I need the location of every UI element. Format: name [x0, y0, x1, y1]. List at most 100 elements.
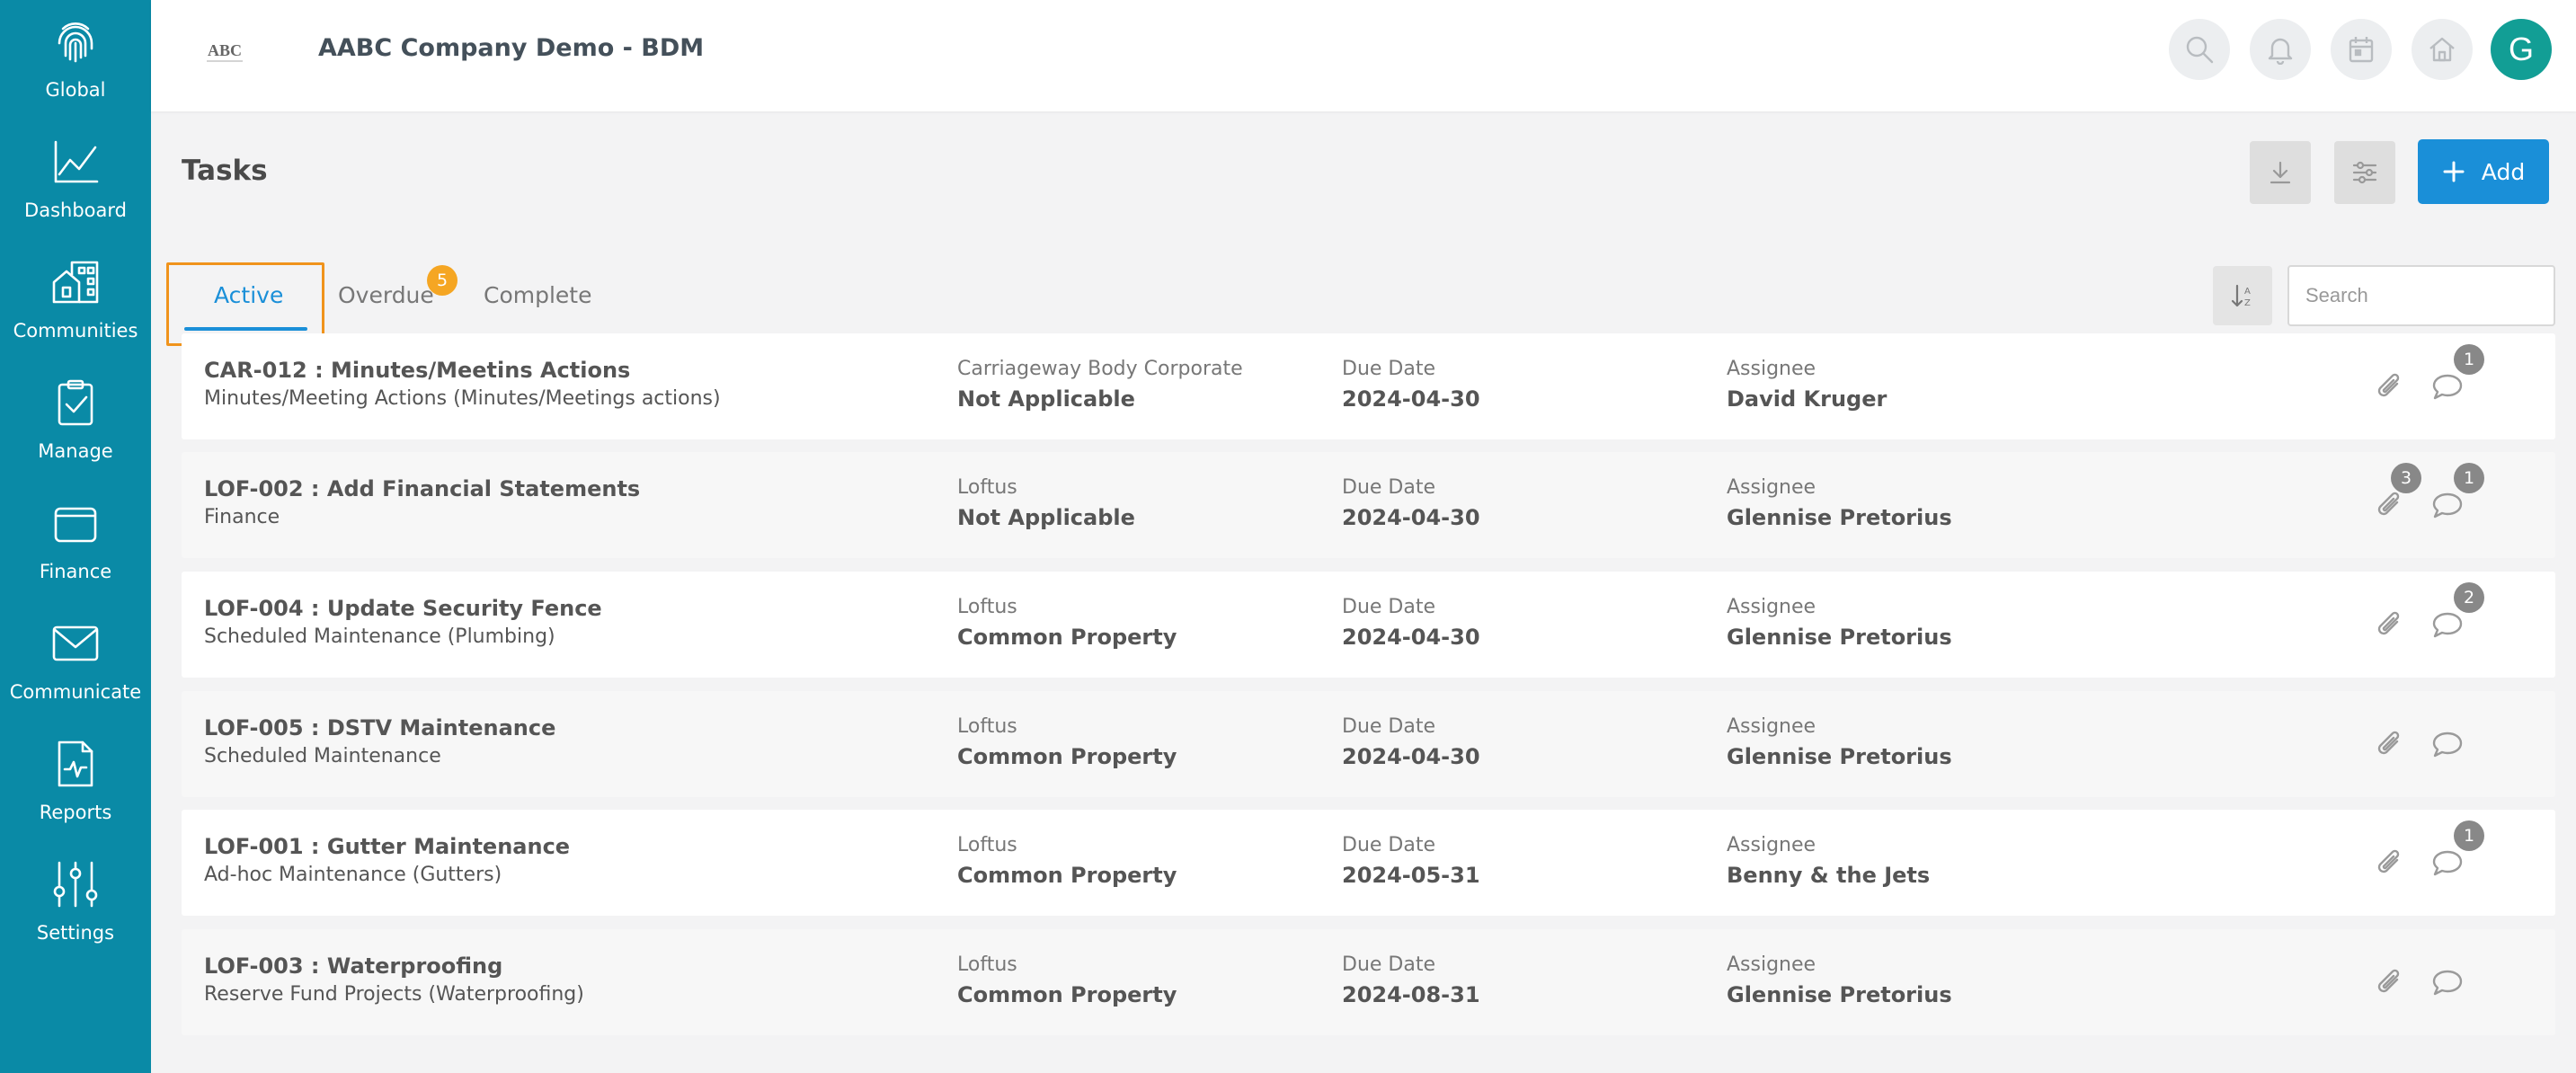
task-community: Loftus	[957, 715, 1017, 738]
comment-count-badge: 1	[2454, 463, 2484, 493]
fingerprint-icon	[58, 22, 93, 63]
task-code-title[interactable]: LOF-005 : DSTV Maintenance	[204, 715, 555, 740]
sidebar-item-settings[interactable]: Settings	[0, 843, 151, 958]
task-area: Common Property	[957, 982, 1177, 1007]
sidebar-item-label: Finance	[39, 561, 112, 582]
download-icon	[2270, 161, 2291, 184]
search-button[interactable]	[2169, 19, 2230, 80]
comment-icon[interactable]	[2430, 369, 2465, 403]
assignee-name: David Kruger	[1727, 386, 1888, 412]
comment-icon[interactable]	[2430, 727, 2465, 761]
comment-icon[interactable]	[2430, 488, 2465, 522]
search-input[interactable]	[2287, 265, 2555, 326]
sidebar-item-dashboard[interactable]: Dashboard	[0, 120, 151, 235]
company-logo: ABC	[200, 36, 250, 67]
comment-icon[interactable]	[2430, 965, 2465, 999]
calendar-button[interactable]	[2331, 19, 2392, 80]
report-icon	[58, 740, 93, 787]
sliders-icon	[53, 861, 98, 908]
sidebar: Global Dashboard Communities Manage Fina…	[0, 0, 151, 1073]
sidebar-item-label: Manage	[38, 440, 113, 462]
add-label: Add	[2481, 158, 2526, 185]
task-row[interactable]: LOF-002 : Add Financial Statements Financ…	[182, 452, 2555, 558]
page-title: Tasks	[182, 155, 268, 187]
task-category: Finance	[204, 506, 280, 528]
comment-count-badge: 2	[2454, 582, 2484, 613]
task-code-title[interactable]: LOF-004 : Update Security Fence	[204, 596, 602, 621]
svg-text:ABC: ABC	[208, 41, 242, 59]
home-icon	[2429, 37, 2455, 62]
svg-text:Z: Z	[2244, 298, 2251, 308]
sidebar-item-label: Communicate	[9, 681, 142, 703]
comment-icon[interactable]	[2430, 607, 2465, 642]
wallet-icon	[54, 507, 97, 543]
comment-count-badge: 1	[2454, 344, 2484, 375]
due-date-label: Due Date	[1342, 358, 1435, 380]
filter-button[interactable]	[2334, 141, 2395, 204]
task-category: Scheduled Maintenance	[204, 745, 441, 767]
assignee-name: Glennise Pretorius	[1727, 744, 1952, 769]
assignee-label: Assignee	[1727, 476, 1817, 499]
sidebar-item-global[interactable]: Global	[0, 0, 151, 115]
sort-icon: A Z	[2231, 284, 2251, 308]
task-community: Loftus	[957, 834, 1017, 856]
task-code-title[interactable]: LOF-002 : Add Financial Statements	[204, 476, 640, 501]
attachment-icon[interactable]	[2373, 369, 2407, 403]
assignee-label: Assignee	[1727, 596, 1817, 618]
overdue-count-badge: 5	[427, 265, 457, 296]
attachment-icon[interactable]	[2373, 846, 2407, 880]
task-row[interactable]: LOF-004 : Update Security Fence Scheduled…	[182, 572, 2555, 678]
attachment-icon[interactable]	[2373, 488, 2407, 522]
home-button[interactable]	[2412, 19, 2473, 80]
download-button[interactable]	[2250, 141, 2311, 204]
task-row[interactable]: LOF-003 : Waterproofing Reserve Fund Proj…	[182, 929, 2555, 1035]
task-area: Common Property	[957, 744, 1177, 769]
assignee-label: Assignee	[1727, 834, 1817, 856]
sidebar-item-reports[interactable]: Reports	[0, 723, 151, 838]
task-code-title[interactable]: CAR-012 : Minutes/Meetins Actions	[204, 358, 630, 383]
assignee-name: Benny & the Jets	[1727, 863, 1931, 888]
task-code-title[interactable]: LOF-003 : Waterproofing	[204, 953, 502, 979]
envelope-icon	[52, 625, 99, 661]
comment-icon[interactable]	[2430, 846, 2465, 880]
user-avatar[interactable]: G	[2491, 19, 2552, 80]
tab-active[interactable]: Active	[214, 282, 283, 308]
sidebar-item-finance[interactable]: Finance	[0, 482, 151, 597]
attachment-icon[interactable]	[2373, 965, 2407, 999]
task-category: Minutes/Meeting Actions (Minutes/Meeting…	[204, 387, 721, 410]
task-row[interactable]: LOF-005 : DSTV Maintenance Scheduled Main…	[182, 691, 2555, 797]
tab-overdue[interactable]: Overdue	[338, 282, 434, 308]
task-category: Scheduled Maintenance (Plumbing)	[204, 625, 555, 648]
task-community: Carriageway Body Corporate	[957, 358, 1243, 380]
svg-text:A: A	[2244, 287, 2251, 297]
sidebar-item-label: Settings	[36, 922, 115, 944]
task-community: Loftus	[957, 953, 1017, 976]
search-icon	[2186, 36, 2214, 64]
sidebar-item-communicate[interactable]: Communicate	[0, 602, 151, 717]
due-date-value: 2024-04-30	[1342, 505, 1480, 530]
due-date-label: Due Date	[1342, 476, 1435, 499]
task-code-title[interactable]: LOF-001 : Gutter Maintenance	[204, 834, 570, 859]
assignee-name: Glennise Pretorius	[1727, 982, 1952, 1007]
due-date-label: Due Date	[1342, 834, 1435, 856]
notifications-button[interactable]	[2250, 19, 2311, 80]
task-category: Reserve Fund Projects (Waterproofing)	[204, 983, 584, 1006]
sidebar-item-communities[interactable]: Communities	[0, 241, 151, 356]
due-date-label: Due Date	[1342, 715, 1435, 738]
sidebar-item-label: Communities	[13, 320, 138, 341]
attachment-icon[interactable]	[2373, 607, 2407, 642]
task-community: Loftus	[957, 476, 1017, 499]
sort-button[interactable]: A Z	[2213, 266, 2272, 325]
task-row[interactable]: LOF-001 : Gutter Maintenance Ad-hoc Maint…	[182, 810, 2555, 916]
attachment-icon[interactable]	[2373, 727, 2407, 761]
calendar-icon	[2349, 37, 2374, 63]
due-date-label: Due Date	[1342, 596, 1435, 618]
due-date-value: 2024-04-30	[1342, 386, 1480, 412]
assignee-name: Glennise Pretorius	[1727, 625, 1952, 650]
tab-complete[interactable]: Complete	[484, 282, 591, 308]
task-row[interactable]: CAR-012 : Minutes/Meetins Actions Minutes…	[182, 333, 2555, 439]
sidebar-item-manage[interactable]: Manage	[0, 361, 151, 476]
task-area: Not Applicable	[957, 386, 1135, 412]
sidebar-item-label: Reports	[39, 802, 112, 823]
add-task-button[interactable]: Add	[2418, 139, 2549, 204]
